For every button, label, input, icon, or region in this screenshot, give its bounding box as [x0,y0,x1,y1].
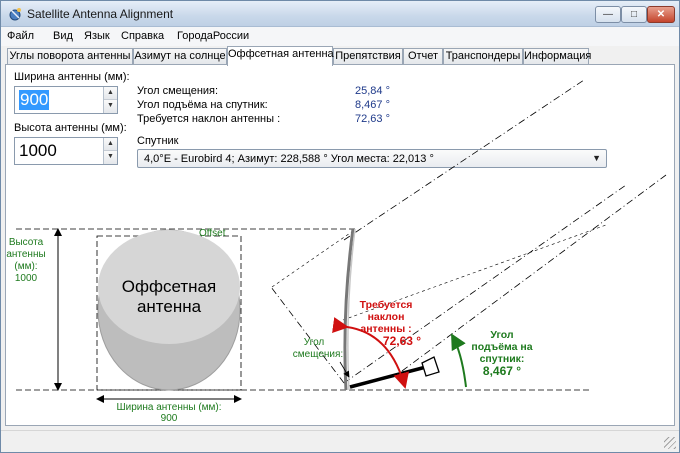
guide-line-top [271,230,354,288]
tab-information[interactable]: Информация [523,48,591,65]
window-title: Satellite Antenna Alignment [27,7,174,21]
minimize-icon[interactable]: — [595,6,621,23]
height-dim-line2: антенны [6,249,45,260]
feed-arm [349,365,427,389]
tab-offset-antenna[interactable]: Оффсетная антенна [227,46,334,66]
width-dim-line1: Ширина антенны (мм): [116,402,221,413]
guide-line-beam [401,174,667,372]
dish-title-line1: Оффсетная [122,277,216,296]
size-grip-icon[interactable] [664,437,676,449]
offset-angle-text-line2: смещения: [293,349,343,360]
antenna-diagram: Оффсетная антенна Offset Высота антенны … [6,79,667,424]
maximize-icon[interactable]: □ [621,6,647,23]
tilt-text-line4: 72,63 ° [383,334,421,348]
menu-bar: Файл Вид Язык Справка ГородаРоссии [1,27,679,46]
tab-sun-azimuth[interactable]: Азимут на солнце [133,48,227,65]
tab-obstacles[interactable]: Препятствия [333,48,403,65]
height-dim-line4: 1000 [15,273,38,284]
offset-angle-text-line1: Угол [304,337,325,348]
tab-report[interactable]: Отчет [403,48,443,65]
dish-title-line2: антенна [137,297,202,316]
elevation-arc [451,333,467,388]
guide-line-upper [343,79,585,241]
lnb-converter [421,356,440,377]
elevation-text-line1: Угол [490,329,513,341]
tab-rotation-angles[interactable]: Углы поворота антенны [7,48,133,65]
status-bar [1,430,679,452]
guide-line-offset [270,286,345,384]
title-bar[interactable]: Satellite Antenna Alignment — □ ✕ [1,1,679,27]
menu-russian-cities[interactable]: ГородаРоссии [177,30,249,42]
elevation-text-line4: 8,467 ° [483,364,521,378]
tilt-text-line1: Требуется [360,299,413,311]
offset-text: Offset [199,228,226,239]
elevation-text-line2: подъёма на [471,341,532,353]
close-icon[interactable]: ✕ [647,6,675,23]
tab-transponders[interactable]: Транспондеры [443,48,523,65]
menu-language[interactable]: Язык [84,30,110,42]
tab-strip: Углы поворота антенны Азимут на солнце О… [5,46,677,66]
menu-help[interactable]: Справка [121,30,164,42]
tilt-text-line2: наклон [368,311,405,323]
menu-file[interactable]: Файл [7,30,34,42]
width-dim-line2: 900 [161,413,178,424]
menu-view[interactable]: Вид [53,30,73,42]
height-dim-line1: Высота [9,237,44,248]
tab-panel-offset-antenna: Ширина антенны (мм): 900 ▲ ▼ Высота анте… [5,64,675,426]
height-dim-line3: (мм): [14,261,37,272]
app-window: Satellite Antenna Alignment — □ ✕ Файл В… [0,0,680,453]
satellite-app-icon [9,8,21,21]
